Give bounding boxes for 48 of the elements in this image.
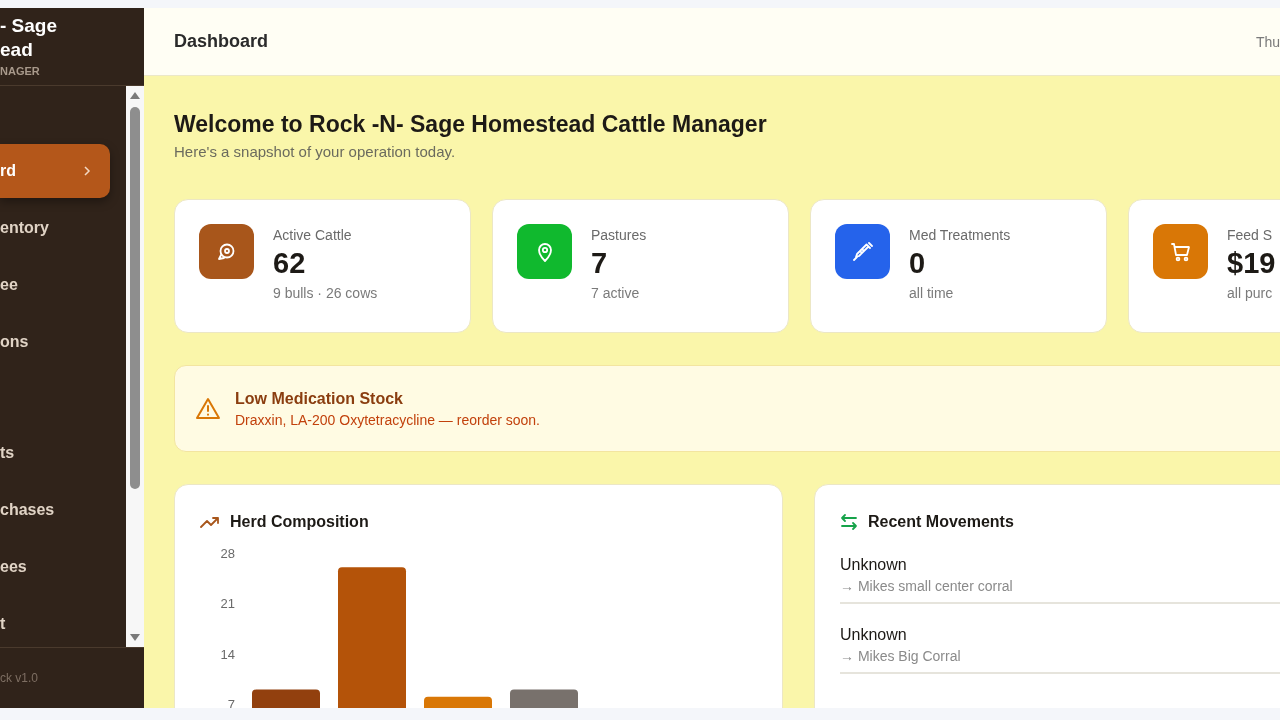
chevron-icon [82, 165, 92, 177]
nav-item[interactable]: entory [0, 201, 110, 255]
alert-message: Draxxin, LA-200 Oxytetracycline — reorder soon. [235, 410, 540, 430]
movement-destination: → Mikes small center corral [840, 577, 1014, 596]
nav-item[interactable]: chases [0, 483, 110, 537]
axis-tick-label: 14 [220, 646, 235, 662]
bar [510, 689, 578, 708]
stat-label: Med Treatments [909, 226, 1011, 245]
date-text: Thu [1255, 33, 1280, 50]
brand-title: - Sage [0, 14, 58, 38]
alert-title: Low Medication Stock [235, 388, 404, 409]
welcome-heading: Welcome to Rock -N- Sage Homestead Cattle Manager [174, 110, 768, 139]
stat-note: 9 bulls · 26 cows [273, 284, 378, 303]
scroll-thumb[interactable] [130, 107, 140, 489]
welcome-subtitle: Here's a snapshot of your operation today. [174, 142, 457, 162]
nav-item[interactable]: ee [0, 258, 110, 312]
stat-note: all time [909, 284, 955, 303]
nav-item[interactable]: ees [0, 540, 110, 594]
swap-arrows-icon [840, 513, 858, 531]
panel-title: Recent Movements [868, 513, 1014, 531]
brand-subtitle: NAGER [0, 64, 40, 78]
nav-item[interactable]: t [0, 597, 110, 651]
stat-note: 7 active [591, 284, 641, 303]
bar [424, 696, 492, 708]
stat-value: 7 [591, 246, 609, 281]
movement-name: Unknown [840, 555, 908, 575]
page-title: Dashboard [174, 31, 269, 52]
trend-icon [200, 515, 220, 529]
brand-title: ead [0, 38, 33, 62]
bar [252, 689, 320, 708]
panel-title: Herd Composition [230, 513, 369, 531]
nav-item[interactable]: ons [0, 315, 110, 369]
stat-note: all purc [1227, 284, 1274, 303]
stat-label: Active Cattle [273, 226, 353, 245]
version-text: ck v1.0 [0, 671, 38, 685]
stat-label: Pastures [591, 226, 647, 245]
stat-value: $19 [1227, 246, 1276, 281]
nav-item[interactable]: ts [0, 426, 110, 480]
stat-value: 62 [273, 246, 307, 281]
movement-name: Unknown [840, 625, 908, 645]
stat-value: 0 [909, 246, 927, 281]
stat-label: Feed S [1227, 226, 1274, 245]
warning-icon [195, 396, 221, 421]
scrollbar[interactable] [126, 86, 144, 647]
axis-tick-label: 28 [220, 546, 235, 561]
axis-tick-label: 21 [220, 596, 235, 612]
movement-destination: → Mikes Big Corral [840, 647, 962, 666]
nav-item[interactable]: rd [0, 144, 110, 198]
